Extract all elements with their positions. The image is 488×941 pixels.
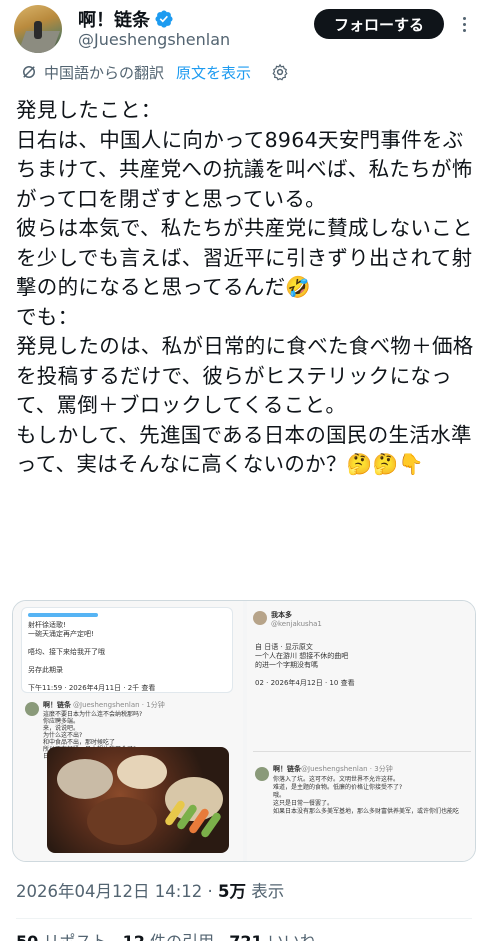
food-photo bbox=[47, 747, 229, 853]
embedded-reply-handle: @Jueshengshenlan · 1分钟 bbox=[73, 701, 165, 709]
quotes-label[interactable]: 件の引用 bbox=[150, 932, 214, 941]
tweet-meta: 2026年04月12日 14:12 · 5万 表示 bbox=[16, 878, 284, 902]
embedded-reply-name: 啊！链条 bbox=[43, 701, 71, 709]
embedded-avatar bbox=[255, 767, 269, 781]
more-icon[interactable] bbox=[452, 12, 476, 36]
views-label: 表示 bbox=[251, 882, 285, 901]
embedded-post-text: 自 日语 · 显示原文 一个人在游川 想接不休的曲吧 的进一个字期没有嗎 02 … bbox=[255, 643, 355, 687]
translate-icon bbox=[23, 66, 35, 78]
embedded-post-card: 射杆徐适歌! 一碗天涌定再产定吧! 唔均、接下来给我开了哦 另存此期录 下午11… bbox=[21, 607, 233, 693]
tweet-text: 発見したこと： 日右は、中国人に向かって8964天安門事件をぶちまけて、共産党へ… bbox=[16, 98, 474, 476]
follow-button[interactable]: フォローする bbox=[314, 9, 444, 39]
media-grid[interactable]: 射杆徐适歌! 一碗天涌定再产定吧! 唔均、接下来给我开了哦 另存此期录 下午11… bbox=[12, 600, 476, 862]
show-original-link[interactable]: 原文を表示 bbox=[176, 62, 251, 83]
embedded-reply-name: 啊！链条 bbox=[273, 765, 301, 773]
media-image-right[interactable]: 我本多 @kenjakusha1 自 日语 · 显示原文 一个人在游川 想接不休… bbox=[247, 601, 475, 861]
embedded-reply-handle: @Jueshengshenlan · 3分钟 bbox=[301, 765, 393, 773]
quotes-count[interactable]: 12 bbox=[123, 932, 145, 941]
views-count: 5万 bbox=[218, 882, 247, 901]
gear-icon[interactable] bbox=[271, 63, 289, 81]
author-name[interactable]: 啊！链条 bbox=[78, 6, 150, 32]
reposts-label[interactable]: リポスト bbox=[43, 932, 107, 941]
embedded-post-text: 射杆徐适歌! 一碗天涌定再产定吧! 唔均、接下来给我开了哦 另存此期录 下午11… bbox=[28, 621, 156, 692]
embedded-post-name: 我本多 bbox=[271, 611, 292, 619]
likes-count[interactable]: 721 bbox=[229, 932, 262, 941]
author-name-line[interactable]: 啊！链条 bbox=[78, 6, 174, 32]
avatar[interactable] bbox=[14, 5, 62, 53]
verified-badge-icon bbox=[155, 10, 173, 28]
translation-label: 中国語からの翻訳 bbox=[44, 63, 165, 82]
reposts-count[interactable]: 50 bbox=[16, 932, 38, 941]
embedded-reply-text: 你落入了坑。这可不好。文明世界不允许这样。 难道，是主题的食物。低廉的价格让你接… bbox=[273, 776, 460, 815]
embedded-avatar bbox=[253, 611, 267, 625]
tweet-datetime[interactable]: 2026年04月12日 14:12 bbox=[16, 882, 202, 901]
tweet-header: 啊！链条 @Jueshengshenlan フォローする bbox=[0, 0, 488, 56]
embedded-avatar bbox=[25, 702, 39, 716]
likes-label[interactable]: いいね bbox=[268, 932, 316, 941]
divider bbox=[16, 918, 472, 919]
media-image-left[interactable]: 射杆徐适歌! 一碗天涌定再产定吧! 唔均、接下来给我开了哦 另存此期录 下午11… bbox=[13, 601, 243, 861]
embedded-post-handle: @kenjakusha1 bbox=[271, 620, 322, 628]
author-handle[interactable]: @Jueshengshenlan bbox=[78, 30, 230, 49]
translation-row: 中国語からの翻訳 原文を表示 bbox=[20, 60, 289, 84]
meta-separator: · bbox=[207, 882, 213, 901]
engagement-stats: 50 リポスト 12 件の引用 721 いいね bbox=[16, 928, 316, 941]
